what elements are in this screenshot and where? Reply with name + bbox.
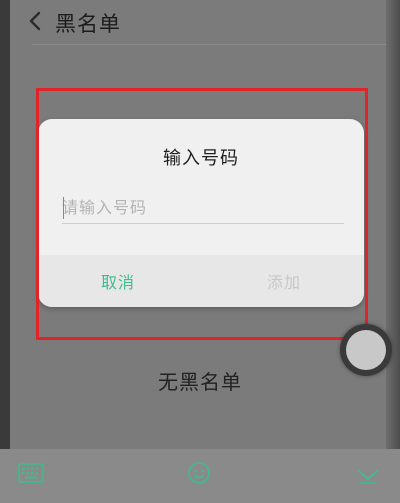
header: 黑名单 xyxy=(10,0,386,46)
emoji-icon[interactable] xyxy=(187,461,211,485)
chevron-left-icon xyxy=(29,11,41,31)
right-edge xyxy=(386,0,400,503)
keyboard-toolbar xyxy=(0,449,400,503)
header-divider xyxy=(32,44,386,45)
keyboard-icon[interactable] xyxy=(18,463,44,483)
left-edge xyxy=(0,0,10,503)
screen: 黑名单 输入号码 取消 添加 无黑名单 xyxy=(0,0,400,503)
hide-keyboard-icon[interactable] xyxy=(356,465,380,485)
page-title: 黑名单 xyxy=(55,12,121,36)
highlight-annotation xyxy=(36,88,368,340)
empty-state-text: 无黑名单 xyxy=(158,370,242,394)
back-button[interactable] xyxy=(24,8,48,34)
